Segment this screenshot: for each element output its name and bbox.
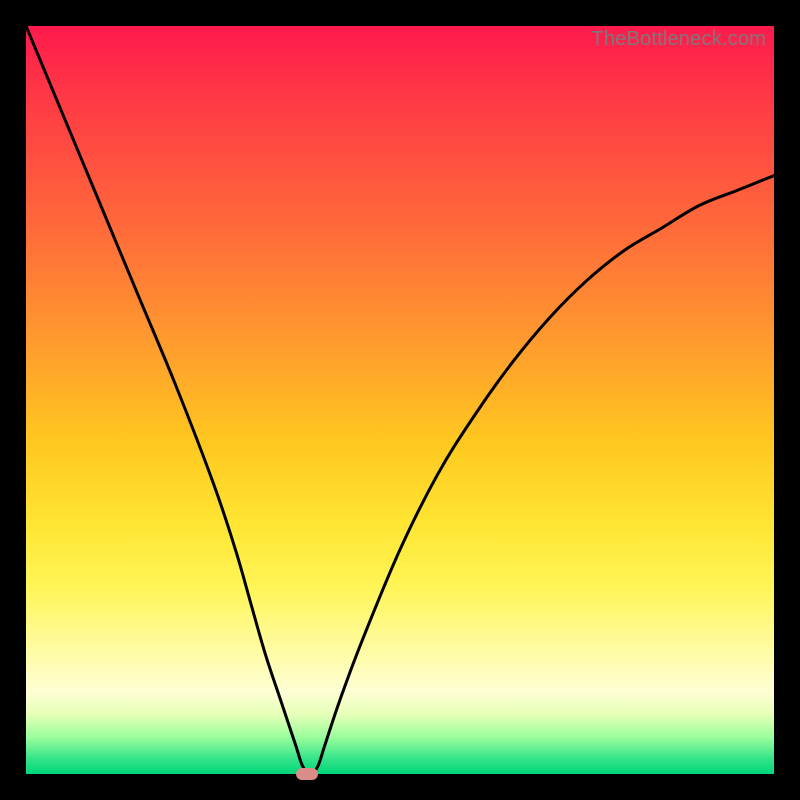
plot-area: TheBottleneck.com [26,26,774,774]
chart-frame: TheBottleneck.com [0,0,800,800]
bottleneck-curve [26,26,774,774]
minimum-marker [296,768,318,780]
watermark-text: TheBottleneck.com [591,28,766,51]
